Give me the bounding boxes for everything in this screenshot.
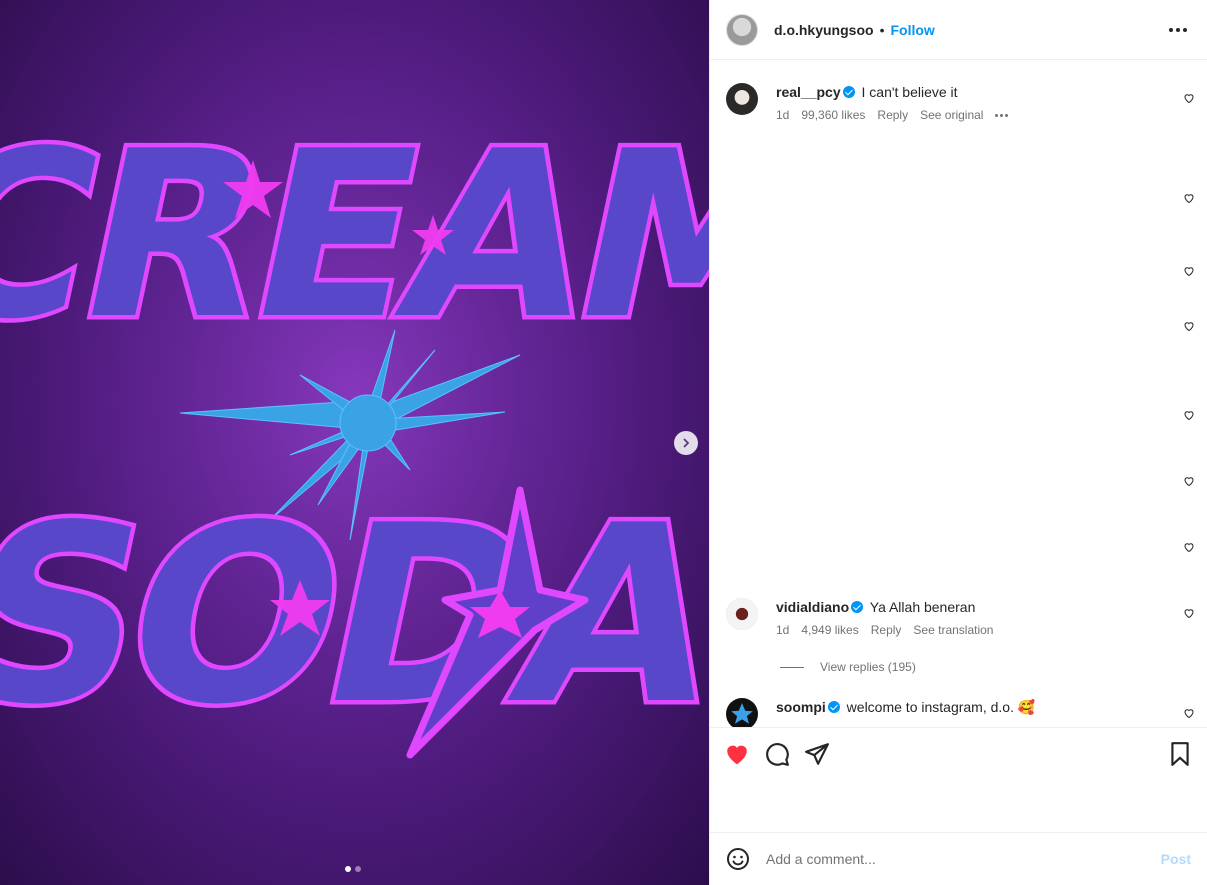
cream-soda-neon-image: CREAM SODA bbox=[0, 0, 709, 885]
like-comment-icon[interactable] bbox=[1183, 320, 1195, 332]
view-replies-button[interactable]: View replies (195) bbox=[780, 660, 916, 674]
like-comment-icon[interactable] bbox=[1183, 541, 1195, 553]
header-separator: • bbox=[879, 21, 885, 38]
verified-badge-icon bbox=[851, 601, 864, 613]
reply-button[interactable]: Reply bbox=[871, 623, 902, 637]
carousel-dot bbox=[355, 866, 361, 872]
comment-username[interactable]: vidialdiano bbox=[776, 599, 849, 615]
post-details-panel: d.o.hkyungsoo • Follow real__pcy I can't… bbox=[709, 0, 1207, 885]
comment-username[interactable]: real__pcy bbox=[776, 84, 841, 100]
verified-badge-icon bbox=[827, 701, 840, 713]
post-media[interactable]: CREAM SODA bbox=[0, 0, 709, 885]
see-translation-button[interactable]: See translation bbox=[913, 623, 993, 637]
comment-bubble-icon[interactable] bbox=[764, 741, 790, 767]
see-original-button[interactable]: See original bbox=[920, 108, 983, 122]
comment-likes[interactable]: 99,360 likes bbox=[801, 108, 865, 122]
comment-text: welcome to instagram, d.o. 🥰 bbox=[846, 699, 1036, 715]
comment-text: I can't believe it bbox=[861, 84, 958, 100]
view-replies-label: View replies (195) bbox=[820, 660, 916, 674]
comments-list[interactable]: real__pcy I can't believe it 1d 99,360 l… bbox=[710, 60, 1207, 727]
avatar[interactable] bbox=[726, 698, 758, 727]
like-comment-icon[interactable] bbox=[1183, 92, 1195, 104]
like-comment-icon[interactable] bbox=[1183, 475, 1195, 487]
avatar[interactable] bbox=[726, 598, 758, 630]
comment-input[interactable] bbox=[766, 851, 1161, 867]
comment-likes[interactable]: 4,949 likes bbox=[801, 623, 858, 637]
post-actions-bar bbox=[710, 727, 1207, 779]
bookmark-icon[interactable] bbox=[1167, 741, 1193, 767]
reply-button[interactable]: Reply bbox=[877, 108, 908, 122]
replies-divider bbox=[780, 666, 804, 668]
chevron-right-icon bbox=[683, 438, 690, 448]
comment-composer: Post bbox=[710, 833, 1207, 885]
ellipsis-icon[interactable] bbox=[1165, 24, 1191, 36]
paper-plane-icon[interactable] bbox=[804, 741, 830, 767]
verified-badge-icon bbox=[842, 86, 855, 98]
smiley-icon[interactable] bbox=[726, 847, 750, 871]
like-comment-icon[interactable] bbox=[1183, 409, 1195, 421]
comment-time[interactable]: 1d bbox=[776, 108, 789, 122]
avatar[interactable] bbox=[726, 13, 758, 46]
comment-options-icon[interactable] bbox=[995, 113, 1009, 117]
carousel-dot-active bbox=[345, 866, 351, 872]
like-comment-icon[interactable] bbox=[1183, 192, 1195, 204]
like-comment-icon[interactable] bbox=[1183, 265, 1195, 277]
comment-item: vidialdiano Ya Allah beneran 1d 4,949 li… bbox=[726, 598, 1197, 637]
comment-username[interactable]: soompi bbox=[776, 699, 826, 715]
heart-filled-icon[interactable] bbox=[724, 741, 750, 767]
likes-area bbox=[710, 779, 1207, 833]
comment-item: real__pcy I can't believe it 1d 99,360 l… bbox=[726, 83, 1197, 122]
comment-time[interactable]: 1d bbox=[776, 623, 789, 637]
comment-text: Ya Allah beneran bbox=[869, 599, 976, 615]
image-text-soda: SODA bbox=[0, 474, 709, 759]
follow-button[interactable]: Follow bbox=[890, 22, 934, 38]
star-logo-icon bbox=[731, 703, 753, 724]
like-comment-icon[interactable] bbox=[1183, 607, 1195, 619]
instagram-post: CREAM SODA d.o.hkyungsoo • Follow real__… bbox=[0, 0, 1207, 885]
avatar[interactable] bbox=[726, 83, 758, 115]
like-comment-icon[interactable] bbox=[1183, 707, 1195, 719]
header-username[interactable]: d.o.hkyungsoo bbox=[774, 22, 874, 38]
next-slide-button[interactable] bbox=[674, 431, 698, 455]
comment-item: soompi welcome to instagram, d.o. 🥰 bbox=[726, 698, 1197, 727]
post-comment-button[interactable]: Post bbox=[1161, 851, 1191, 867]
image-text-cream: CREAM bbox=[0, 101, 709, 369]
post-header: d.o.hkyungsoo • Follow bbox=[710, 0, 1207, 60]
carousel-indicator bbox=[345, 866, 361, 872]
